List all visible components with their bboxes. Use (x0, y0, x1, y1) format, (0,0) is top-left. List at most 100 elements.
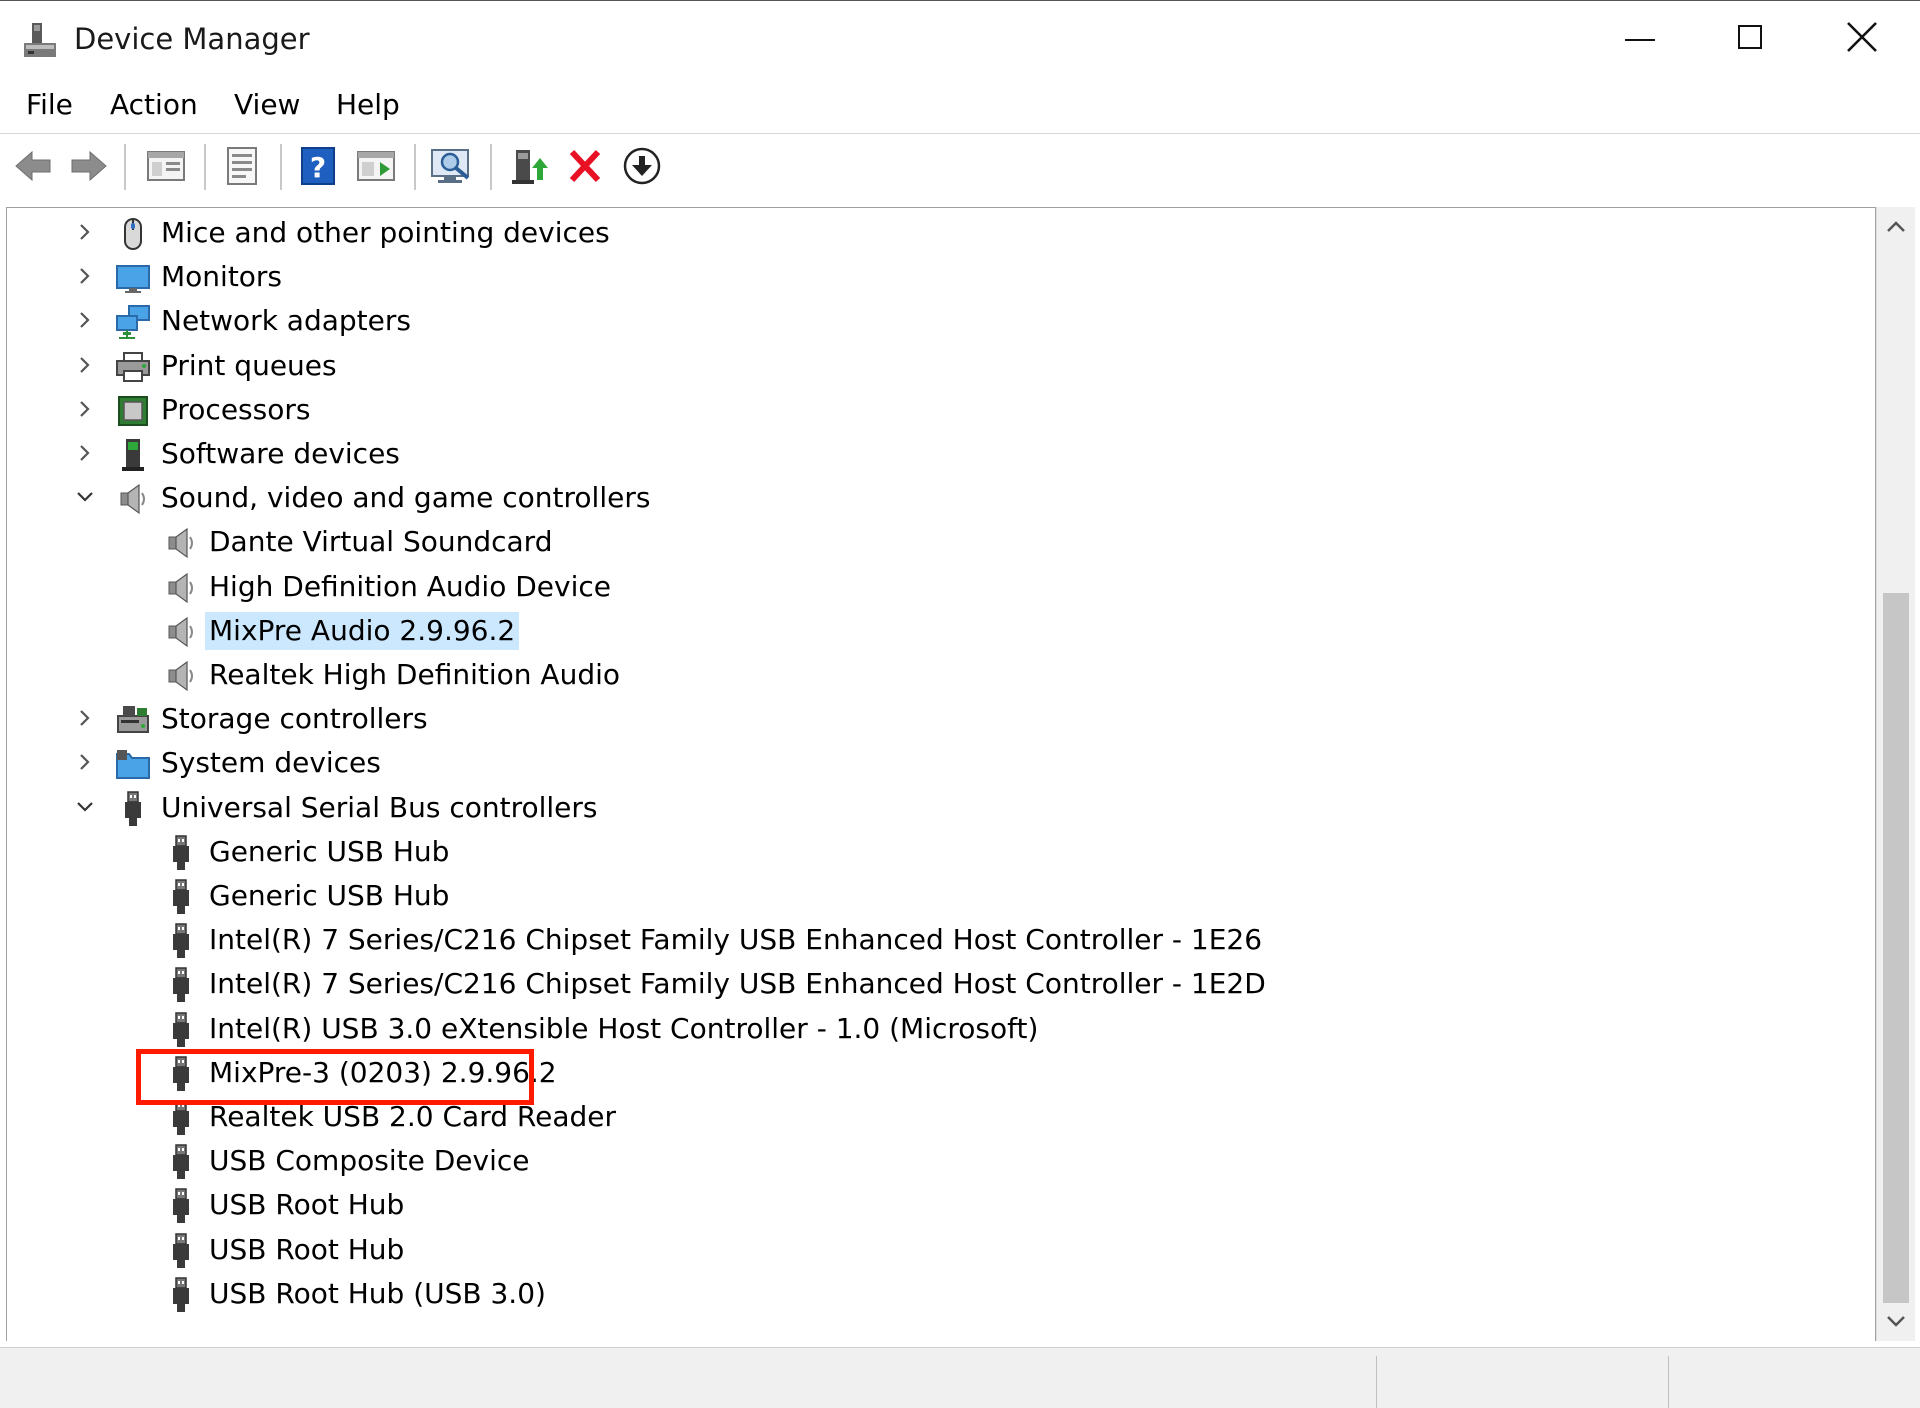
storage-icon (115, 702, 151, 738)
help-icon: ? (301, 147, 335, 185)
tree-category[interactable]: Sound, video and game controllers (7, 477, 1867, 521)
tree-item-label: Monitors (161, 260, 283, 294)
usb-icon (163, 1232, 199, 1269)
menu-action[interactable]: Action (110, 85, 198, 125)
toolbar-separator (280, 144, 283, 190)
expand-chevron-icon[interactable] (73, 308, 97, 332)
system-folder-icon (115, 746, 151, 782)
disable-device-button[interactable] (618, 144, 666, 188)
expand-chevron-icon[interactable] (73, 441, 97, 465)
tree-category[interactable]: System devices (7, 742, 1867, 786)
tree-category[interactable]: Universal Serial Bus controllers (7, 787, 1867, 831)
usb-icon (163, 923, 199, 959)
device-manager-app-icon (24, 23, 56, 57)
menu-help[interactable]: Help (336, 85, 400, 125)
maximize-icon (1738, 25, 1762, 49)
close-button[interactable] (1808, 1, 1918, 79)
usb-icon (163, 1188, 199, 1224)
uninstall-device-button[interactable] (562, 144, 610, 188)
speaker-icon (163, 525, 199, 561)
tree-device[interactable]: USB Root Hub (USB 3.0) (7, 1273, 1867, 1317)
processor-icon (115, 393, 151, 429)
expand-chevron-icon[interactable] (73, 220, 97, 244)
scroll-up-button[interactable] (1877, 207, 1915, 247)
close-icon (1847, 22, 1877, 52)
usb-icon (163, 879, 199, 915)
toolbar: ? (0, 133, 1920, 198)
scan-hardware-button[interactable] (428, 144, 476, 188)
collapse-chevron-icon[interactable] (73, 485, 97, 509)
action-pane-button[interactable] (352, 144, 400, 188)
scan-hardware-icon (431, 149, 470, 183)
scroll-down-button[interactable] (1877, 1301, 1915, 1341)
tree-category[interactable]: Mice and other pointing devices (7, 212, 1867, 256)
tree-device[interactable]: USB Root Hub (7, 1184, 1867, 1228)
chevron-down-icon (1887, 1316, 1905, 1327)
usb-icon (163, 835, 199, 871)
tree-item-label: Storage controllers (161, 702, 428, 736)
tree-category[interactable]: Network adapters (7, 300, 1867, 344)
back-button[interactable] (10, 144, 58, 188)
speaker-icon (163, 658, 199, 694)
status-bar (0, 1347, 1920, 1408)
maximize-button[interactable] (1698, 1, 1808, 79)
tree-item-label: MixPre Audio 2.9.96.2 (205, 611, 520, 650)
tree-item-label: System devices (161, 746, 381, 780)
menu-bar: File Action View Help (0, 79, 1920, 131)
device-tree[interactable]: Mice and other pointing devices Monitors N… (6, 207, 1876, 1341)
mouse-icon (115, 216, 151, 252)
minimize-button[interactable] (1588, 1, 1698, 79)
tree-item-label: Dante Virtual Soundcard (209, 525, 553, 559)
tree-category[interactable]: Processors (7, 389, 1867, 433)
tree-item-label: Generic USB Hub (209, 879, 450, 912)
device-manager-window: Device Manager File Action View Help ? M… (0, 0, 1920, 1408)
toolbar-separator (490, 144, 493, 190)
tree-item-label: Generic USB Hub (209, 834, 450, 868)
tree-item-label: USB Root Hub (209, 1232, 405, 1266)
tree-category[interactable]: Storage controllers (7, 698, 1867, 742)
tree-device[interactable]: Generic USB Hub (7, 875, 1867, 919)
toolbar-separator (204, 144, 207, 190)
tree-device[interactable]: Generic USB Hub (7, 831, 1867, 875)
expand-chevron-icon[interactable] (73, 264, 97, 288)
help-button[interactable]: ? (294, 144, 342, 188)
tree-device[interactable]: USB Composite Device (7, 1140, 1867, 1184)
expand-chevron-icon[interactable] (73, 750, 97, 774)
svg-text:?: ? (310, 151, 326, 184)
tree-item-label: Software devices (161, 437, 400, 470)
tree-device[interactable]: USB Root Hub (7, 1229, 1867, 1273)
tree-device[interactable]: Intel(R) 7 Series/C216 Chipset Family US… (7, 963, 1867, 1007)
tree-category[interactable]: Monitors (7, 256, 1867, 300)
tree-device[interactable]: High Definition Audio Device (7, 566, 1867, 610)
collapse-chevron-icon[interactable] (73, 795, 97, 819)
menu-file[interactable]: File (26, 85, 73, 125)
update-driver-button[interactable] (506, 144, 554, 188)
tree-item-label: Universal Serial Bus controllers (161, 790, 598, 824)
action-pane-icon (357, 151, 395, 181)
expand-chevron-icon[interactable] (73, 706, 97, 730)
uninstall-device-icon (569, 149, 601, 183)
tree-device[interactable]: Intel(R) USB 3.0 eXtensible Host Control… (7, 1008, 1867, 1052)
expand-chevron-icon[interactable] (73, 353, 97, 377)
disable-device-icon (623, 147, 661, 185)
properties-button[interactable] (218, 144, 266, 188)
status-divider (1668, 1356, 1669, 1408)
tree-device[interactable]: Intel(R) 7 Series/C216 Chipset Family US… (7, 919, 1867, 963)
window-title: Device Manager (74, 22, 310, 56)
speaker-icon (115, 481, 151, 517)
scroll-thumb[interactable] (1883, 593, 1909, 1303)
tree-item-label: USB Composite Device (209, 1144, 530, 1178)
expand-chevron-icon[interactable] (73, 397, 97, 421)
update-driver-icon (512, 150, 548, 184)
forward-button[interactable] (64, 144, 112, 188)
tree-device[interactable]: Dante Virtual Soundcard (7, 521, 1867, 565)
tree-device[interactable]: MixPre Audio 2.9.96.2 (7, 610, 1867, 654)
tree-device[interactable]: Realtek High Definition Audio (7, 654, 1867, 698)
show-hide-console-tree-button[interactable] (142, 144, 190, 188)
tree-category[interactable]: Print queues (7, 345, 1867, 389)
menu-view[interactable]: View (234, 85, 300, 125)
vertical-scrollbar[interactable] (1876, 207, 1915, 1341)
tree-category[interactable]: Software devices (7, 433, 1867, 477)
tree-item-label: Realtek High Definition Audio (209, 658, 621, 691)
status-divider (1376, 1356, 1377, 1408)
